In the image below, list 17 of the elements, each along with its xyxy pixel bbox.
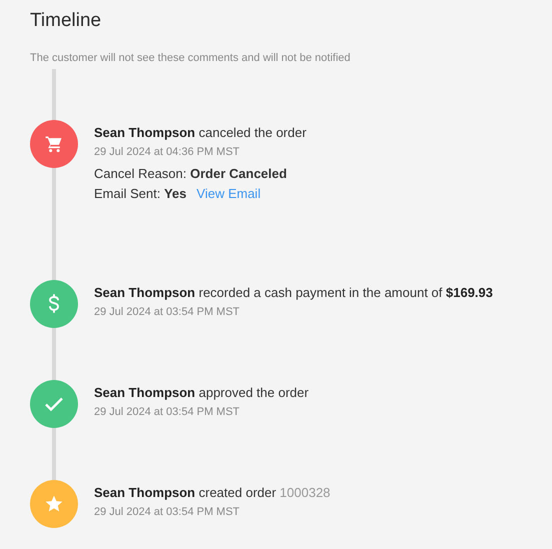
event-text: Sean Thompson approved the order	[94, 384, 309, 402]
view-email-link[interactable]: View Email	[196, 184, 261, 204]
event-timestamp: 29 Jul 2024 at 03:54 PM MST	[94, 305, 241, 319]
dollar-icon	[48, 294, 60, 314]
star-icon	[44, 494, 64, 514]
timeline-title: Timeline	[29, 9, 102, 33]
timeline-note: The customer will not see these comments and will not be notified	[29, 51, 352, 65]
event-timestamp: 29 Jul 2024 at 04:36 PM MST	[94, 145, 241, 159]
cart-icon	[44, 134, 64, 154]
checkmark-icon	[44, 396, 64, 412]
event-detail: Cancel Reason: Order Canceled	[94, 165, 287, 183]
event-text: Sean Thompson canceled the order	[94, 124, 306, 142]
event-text: Sean Thompson recorded a cash payment in the amount of $169.93	[94, 284, 493, 302]
event-timestamp: 29 Jul 2024 at 03:54 PM MST	[94, 405, 241, 419]
event-timestamp: 29 Jul 2024 at 03:54 PM MST	[94, 505, 241, 519]
event-text: Sean Thompson created order 1000328	[94, 484, 330, 502]
event-detail: Email Sent: Yes	[94, 185, 187, 203]
